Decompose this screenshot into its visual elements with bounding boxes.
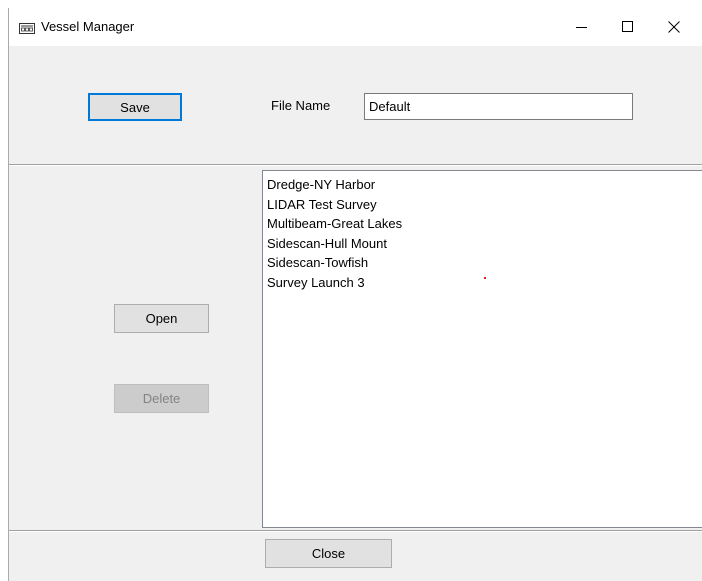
- list-item[interactable]: Survey Launch 3: [267, 273, 702, 293]
- close-icon: [668, 21, 680, 33]
- maximize-icon: [622, 21, 633, 32]
- open-button[interactable]: Open: [114, 304, 209, 333]
- minimize-button[interactable]: [559, 8, 605, 46]
- title-bar[interactable]: Vessel Manager: [9, 8, 702, 46]
- close-window-button[interactable]: [651, 8, 697, 46]
- delete-button[interactable]: Delete: [114, 384, 209, 413]
- vessel-list[interactable]: Dredge-NY Harbor LIDAR Test Survey Multi…: [262, 170, 702, 528]
- window-title: Vessel Manager: [41, 19, 135, 34]
- list-item[interactable]: Multibeam-Great Lakes: [267, 214, 702, 234]
- file-name-label: File Name: [271, 98, 331, 113]
- list-item[interactable]: LIDAR Test Survey: [267, 195, 702, 215]
- file-name-input[interactable]: [364, 93, 633, 120]
- vessel-app-icon: [19, 22, 35, 34]
- panel-divider-highlight: [9, 165, 702, 166]
- list-item[interactable]: Sidescan-Towfish: [267, 253, 702, 273]
- list-item[interactable]: Dredge-NY Harbor: [267, 175, 702, 195]
- stray-pixel: [484, 277, 486, 279]
- footer-divider-highlight: [9, 531, 702, 532]
- list-item[interactable]: Sidescan-Hull Mount: [267, 234, 702, 254]
- maximize-button[interactable]: [605, 8, 651, 46]
- minimize-icon: [576, 27, 587, 28]
- vessel-manager-window: Vessel Manager Save File Name Open Delet…: [8, 8, 702, 581]
- close-button[interactable]: Close: [265, 539, 392, 568]
- save-button[interactable]: Save: [88, 93, 182, 121]
